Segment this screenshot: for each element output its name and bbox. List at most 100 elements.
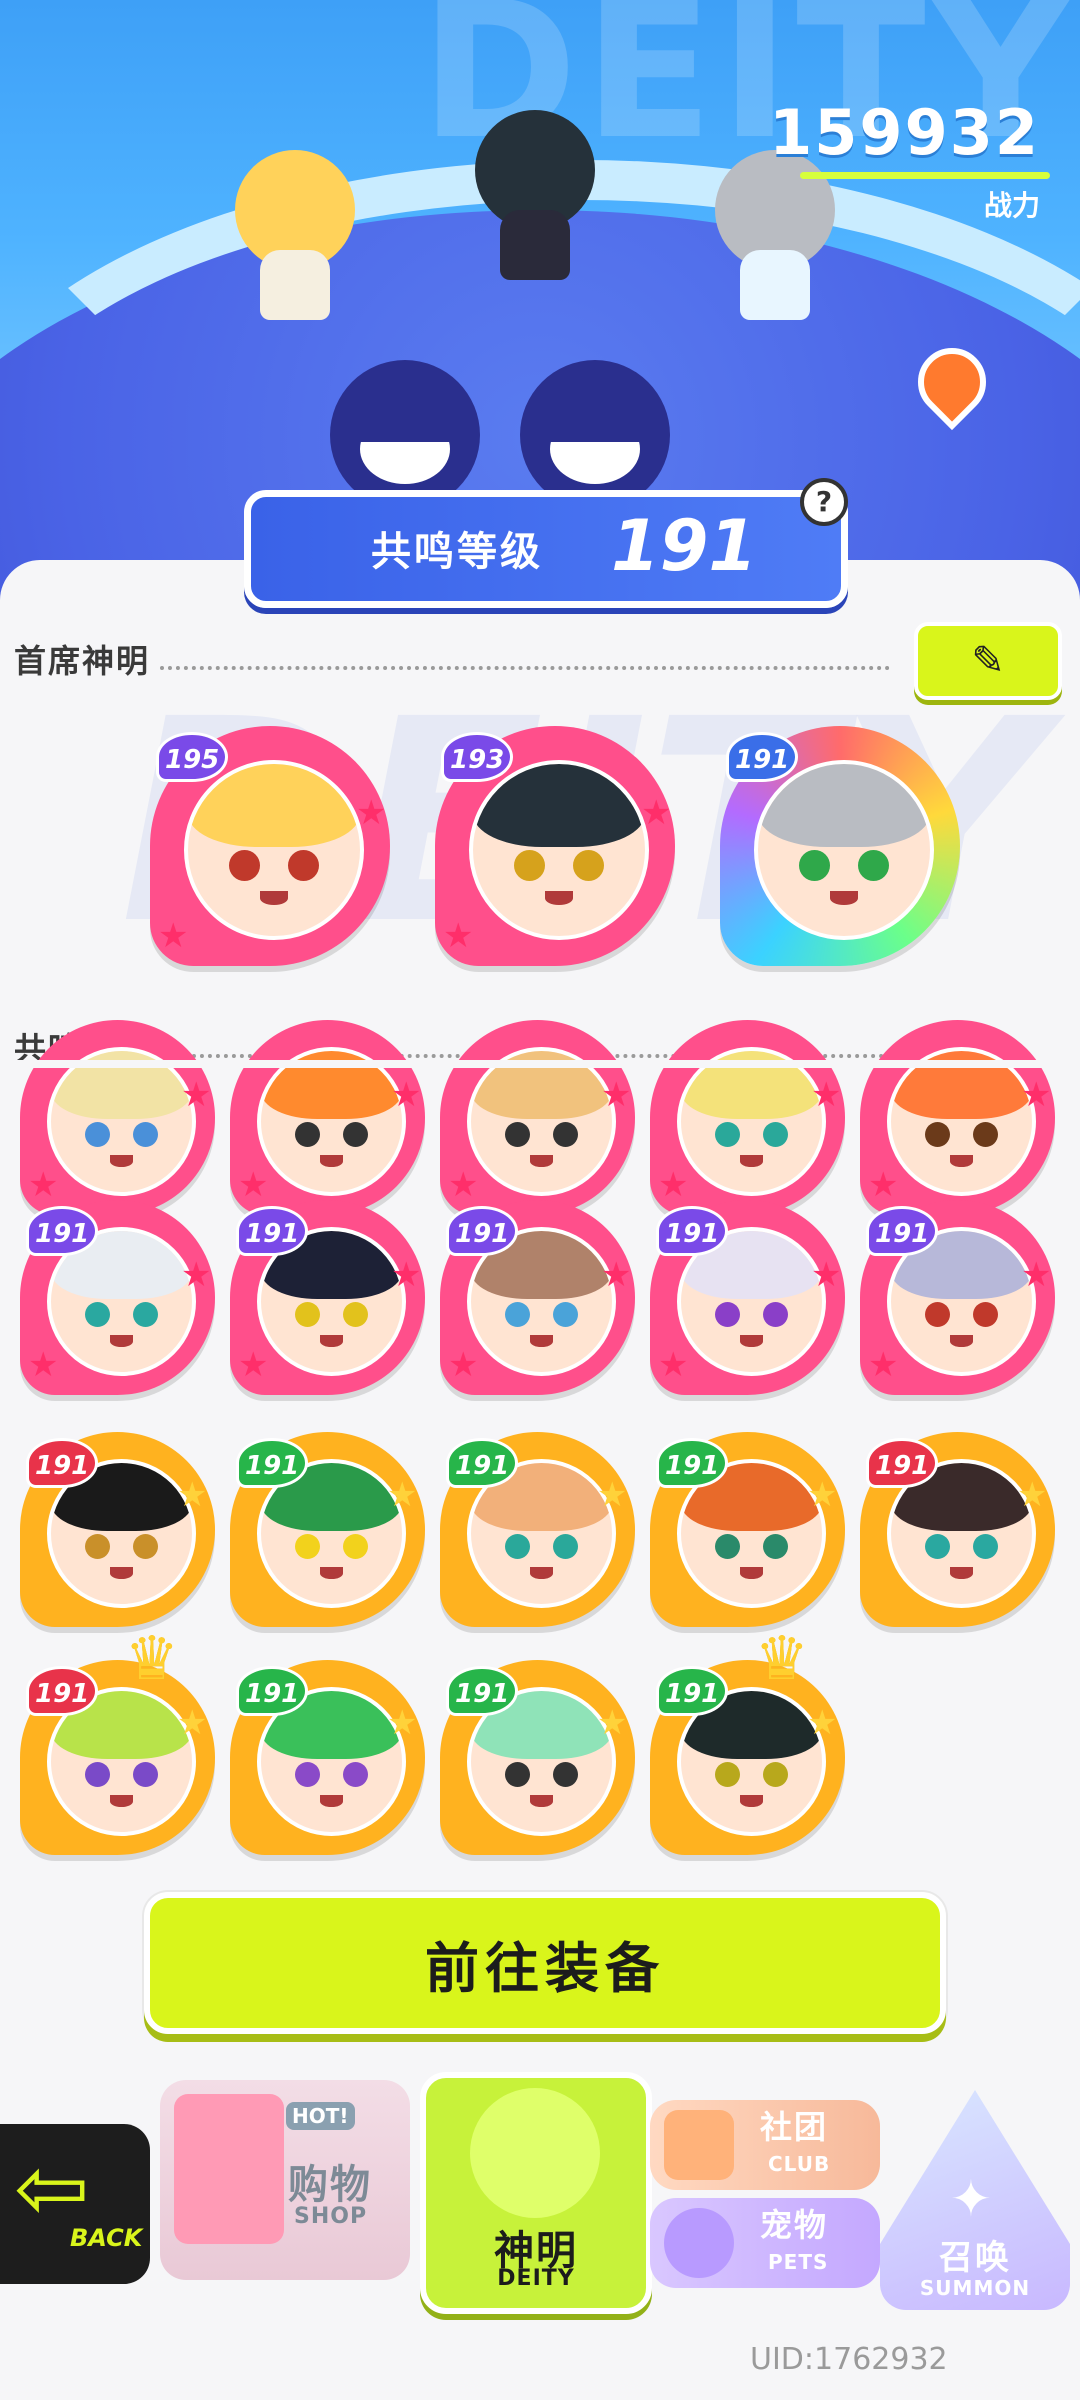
- deity-eye-right: [132, 1121, 159, 1147]
- planet-eye-left: [330, 360, 480, 510]
- resonance-deity-portrait[interactable]: ★ 191: [230, 1432, 425, 1627]
- deity-mouth: [260, 891, 288, 906]
- resonance-deity-portrait[interactable]: ★ ♛ 191: [20, 1624, 215, 1855]
- nav-club[interactable]: 社团 CLUB: [650, 2100, 880, 2190]
- nav-deity-label-en: DEITY: [497, 2266, 575, 2291]
- deity-mouth: [530, 1567, 553, 1579]
- chief-deity-portrait[interactable]: ★ ★ 193: [435, 726, 675, 966]
- nav-deity[interactable]: 神明 DEITY: [420, 2072, 652, 2314]
- deity-eye-right: [762, 1301, 789, 1327]
- deity-eye-right: [342, 1301, 369, 1327]
- deity-mouth: [530, 1155, 553, 1167]
- help-icon[interactable]: ?: [800, 478, 848, 526]
- user-id: UID:1762932: [750, 2342, 948, 2377]
- star-icon: ★: [387, 1702, 418, 1743]
- deity-level-badge: 195: [156, 732, 229, 782]
- star-icon: ★: [601, 1254, 632, 1295]
- resonance-deity-portrait[interactable]: ★ 191: [650, 1432, 845, 1627]
- resonance-deity-portrait[interactable]: ★ ★: [230, 1020, 425, 1215]
- deity-eye-left: [294, 1301, 321, 1327]
- star-icon: ★: [443, 916, 474, 956]
- resonance-deity-portrait[interactable]: ★ 191: [440, 1660, 635, 1855]
- nav-summon-label-cn: 召唤: [939, 2238, 1011, 2278]
- deity-eye-left: [84, 1301, 111, 1327]
- deity-eye-right: [552, 1121, 579, 1147]
- deity-mouth: [740, 1567, 763, 1579]
- vending-machine-icon: [174, 2094, 284, 2244]
- deity-mouth: [320, 1567, 343, 1579]
- deity-face: [257, 1047, 406, 1196]
- deity-level-badge: 191: [236, 1438, 309, 1488]
- star-icon: ★: [356, 793, 387, 834]
- go-equip-button[interactable]: 前往装备: [144, 1892, 946, 2034]
- resonance-deity-portrait[interactable]: ★ ★ 191: [230, 1200, 425, 1395]
- star-icon: ★: [177, 1702, 208, 1743]
- back-button[interactable]: ⇦ BACK: [0, 2124, 150, 2284]
- deity-eye-right: [132, 1761, 159, 1787]
- deity-eye-right: [552, 1301, 579, 1327]
- deity-eye-right: [972, 1121, 999, 1147]
- star-icon: ★: [448, 1165, 479, 1205]
- deity-mouth: [830, 891, 858, 906]
- deity-eye-right: [552, 1533, 579, 1559]
- resonance-deity-portrait[interactable]: ★ 191: [20, 1432, 215, 1627]
- deity-eye-left: [504, 1301, 531, 1327]
- nav-club-label-en: CLUB: [768, 2152, 831, 2176]
- deity-mouth: [320, 1155, 343, 1167]
- resonance-deity-portrait[interactable]: ★ ★: [650, 1020, 845, 1215]
- nav-shop[interactable]: HOT! 购物 SHOP: [160, 2080, 410, 2280]
- edit-button[interactable]: ✎: [914, 622, 1062, 700]
- power-value: 159932: [769, 96, 1040, 169]
- deity-eye-left: [84, 1121, 111, 1147]
- deity-level-badge: 191: [866, 1438, 939, 1488]
- resonance-deity-portrait[interactable]: ★ ★: [860, 1020, 1055, 1215]
- shop-hot-badge: HOT!: [286, 2102, 355, 2130]
- resonance-deity-portrait[interactable]: ★ ★: [440, 1020, 635, 1215]
- deity-eye-right: [132, 1533, 159, 1559]
- star-icon: ★: [28, 1165, 59, 1205]
- resonance-deity-portrait[interactable]: ★ ★ 191: [860, 1200, 1055, 1395]
- deity-mouth: [545, 891, 573, 906]
- star-icon: ★: [641, 793, 672, 834]
- deity-level-badge: 191: [656, 1206, 729, 1256]
- resonance-deity-portrait[interactable]: ★ 191: [440, 1432, 635, 1627]
- deity-eye-left: [84, 1533, 111, 1559]
- deity-face: [677, 1047, 826, 1196]
- star-icon: ★: [158, 916, 189, 956]
- deity-mouth: [950, 1155, 973, 1167]
- star-icon: ★: [177, 1474, 208, 1515]
- resonance-deity-portrait[interactable]: ★ 191: [230, 1660, 425, 1855]
- resonance-deity-portrait[interactable]: ★ 191: [860, 1432, 1055, 1627]
- deity-eye-right: [972, 1301, 999, 1327]
- nav-pets[interactable]: 宠物 PETS: [650, 2198, 880, 2288]
- nav-shop-label-cn: 购物: [288, 2162, 372, 2208]
- star-icon: ★: [807, 1474, 838, 1515]
- resonance-deity-portrait[interactable]: ★ ★ 191: [440, 1200, 635, 1395]
- star-icon: ★: [28, 1345, 59, 1385]
- deity-eye-right: [572, 850, 604, 881]
- deity-level-badge: 191: [26, 1206, 99, 1256]
- star-icon: ★: [597, 1702, 628, 1743]
- deity-eye-left: [294, 1761, 321, 1787]
- deity-level-badge: 191: [446, 1206, 519, 1256]
- star-icon: ★: [391, 1254, 422, 1295]
- star-icon: ★: [811, 1074, 842, 1115]
- nav-summon[interactable]: ✦ 召唤 SUMMON: [880, 2090, 1070, 2310]
- resonance-deity-portrait[interactable]: ★ ★ 191: [650, 1200, 845, 1395]
- resonance-deity-portrait[interactable]: ★ ♛ 191: [650, 1624, 845, 1855]
- star-icon: ★: [658, 1345, 689, 1385]
- chief-deity-portrait[interactable]: 191: [720, 726, 960, 966]
- resonance-deity-portrait[interactable]: ★ ★ 191: [20, 1200, 215, 1395]
- deity-level-badge: 191: [726, 732, 799, 782]
- deity-eye-left: [504, 1533, 531, 1559]
- deity-mouth: [950, 1335, 973, 1347]
- star-icon: ★: [658, 1165, 689, 1205]
- deity-eye-left: [714, 1761, 741, 1787]
- resonance-level-value: 191: [611, 505, 758, 587]
- deity-mouth: [740, 1155, 763, 1167]
- crown-icon: ♛: [755, 1624, 809, 1694]
- deity-eye-left: [924, 1121, 951, 1147]
- deity-eye-left: [504, 1121, 531, 1147]
- resonance-deity-portrait[interactable]: ★ ★: [20, 1020, 215, 1215]
- chief-deity-portrait[interactable]: ★ ★ 195: [150, 726, 390, 966]
